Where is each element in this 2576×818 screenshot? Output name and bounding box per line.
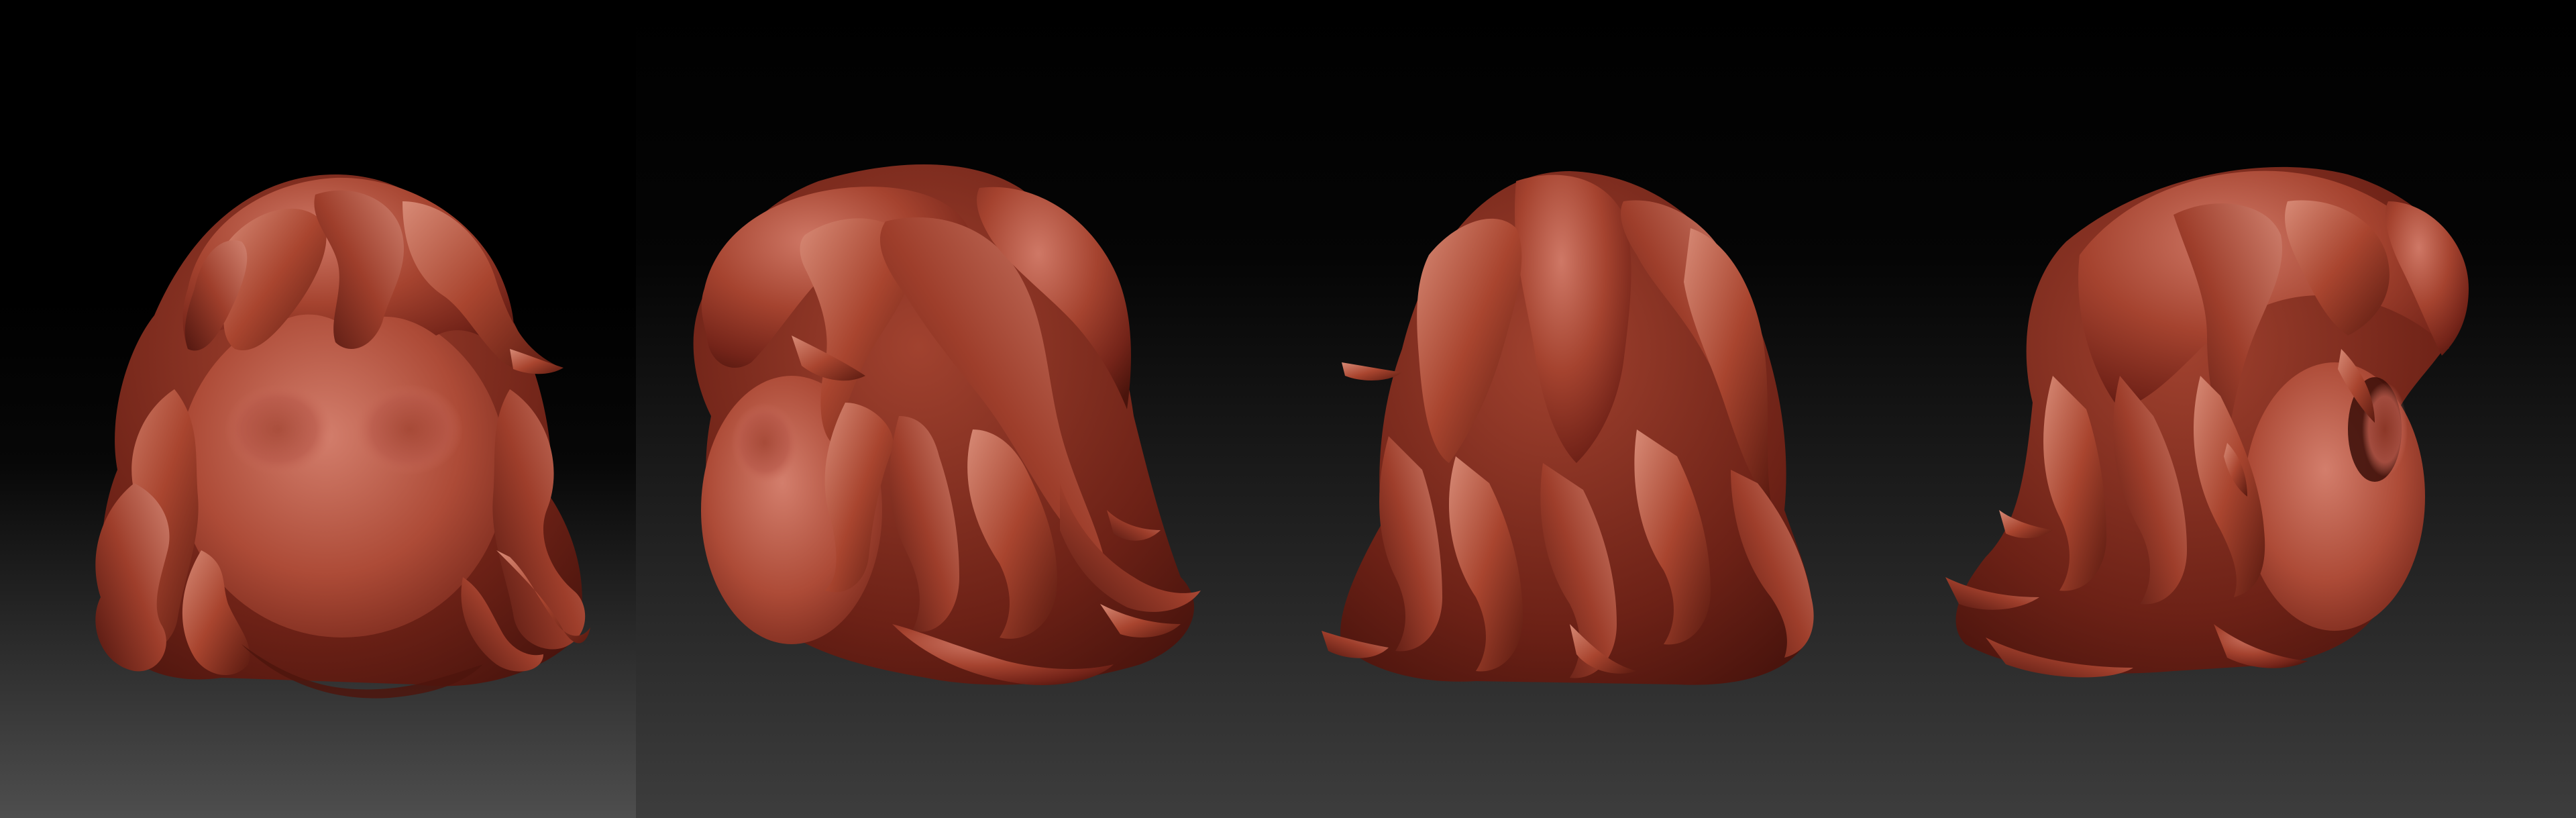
render-canvas (0, 0, 2576, 818)
eye-socket-right (356, 384, 463, 475)
sculpt-viewport (0, 0, 2576, 818)
eye-socket-left (225, 384, 332, 475)
face-front (178, 302, 506, 637)
eye-socket (731, 403, 798, 483)
